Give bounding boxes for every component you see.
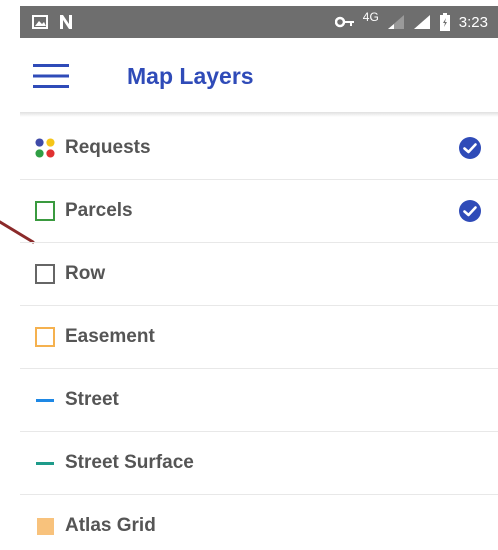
layer-item-easement[interactable]: Easement: [20, 306, 498, 369]
layer-label: Parcels: [65, 200, 133, 221]
outlined-square-icon: [35, 201, 55, 221]
layer-label: Street: [65, 389, 119, 410]
layer-item-requests[interactable]: Requests: [20, 117, 498, 180]
hamburger-menu-icon[interactable]: [33, 63, 69, 89]
layer-list: Requests Parcels Row Easement Street Str…: [20, 117, 498, 550]
app-bar: Map Layers: [20, 38, 498, 114]
image-notification-icon: [32, 15, 48, 29]
photo-margin: [0, 0, 20, 550]
layer-label: Row: [65, 263, 106, 284]
line-icon: [35, 390, 55, 410]
phone-screen: 4G 3:23 Map Layers Requests Parcels Row …: [0, 0, 498, 550]
network-type-label: 4G: [362, 10, 379, 24]
filled-square-icon: [35, 516, 55, 536]
clock: 3:23: [458, 13, 488, 31]
layer-label: Atlas Grid: [65, 515, 156, 536]
layer-label: Street Surface: [65, 452, 194, 473]
signal-weak-icon: [387, 15, 404, 29]
check-circle-icon: [459, 137, 481, 159]
layer-label: Requests: [65, 137, 151, 158]
page-title: Map Layers: [127, 62, 254, 89]
layer-item-row[interactable]: Row: [20, 243, 498, 306]
line-icon: [35, 453, 55, 473]
battery-icon: [439, 13, 450, 31]
layer-item-street-surface[interactable]: Street Surface: [20, 432, 498, 495]
outlined-square-icon: [35, 264, 55, 284]
n-notification-icon: [60, 15, 72, 29]
status-bar: 4G 3:23: [20, 6, 498, 38]
layer-label: Easement: [65, 326, 155, 347]
layer-item-atlas-grid[interactable]: Atlas Grid: [20, 495, 498, 550]
outlined-square-icon: [35, 327, 55, 347]
layer-item-parcels[interactable]: Parcels: [20, 180, 498, 243]
layer-item-street[interactable]: Street: [20, 369, 498, 432]
vpn-key-icon: [334, 16, 354, 28]
check-circle-icon: [459, 200, 481, 222]
multicolor-dots-icon: [35, 138, 55, 158]
signal-icon: [413, 15, 430, 29]
